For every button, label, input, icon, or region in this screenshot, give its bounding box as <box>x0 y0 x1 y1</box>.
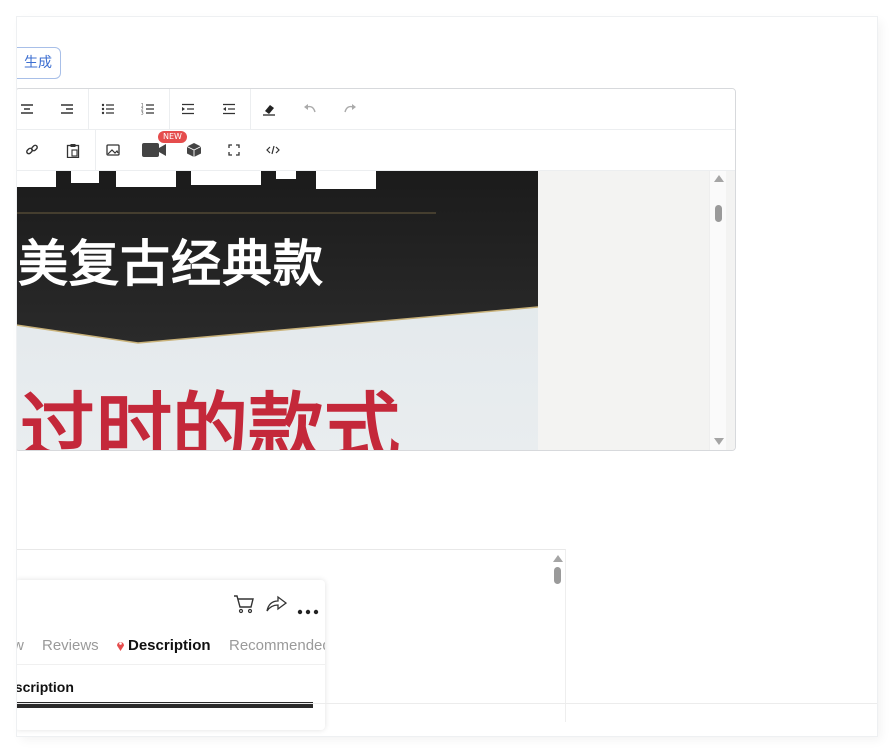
toolbar-divider <box>88 89 89 129</box>
preview-scrollbar[interactable] <box>549 550 565 720</box>
box-3d-icon[interactable] <box>183 140 205 160</box>
numbered-list-icon[interactable]: 123 <box>137 99 159 119</box>
mobile-preview-frame: w Reviews Description Recommended escrip… <box>17 549 566 730</box>
share-icon[interactable] <box>265 595 288 618</box>
fullscreen-icon[interactable] <box>223 140 245 160</box>
code-icon[interactable] <box>262 140 284 160</box>
eraser-icon[interactable] <box>258 99 280 119</box>
outdent-icon[interactable] <box>218 99 240 119</box>
poster-headline-bottom: 过时的款式 <box>20 384 400 450</box>
scroll-up-icon[interactable] <box>553 555 563 562</box>
cart-icon[interactable] <box>233 594 255 619</box>
indent-icon[interactable] <box>177 99 199 119</box>
video-icon[interactable] <box>140 140 168 160</box>
toolbar-row-insert: NEW <box>17 130 735 171</box>
image-icon[interactable] <box>102 140 124 160</box>
description-section-title: escription <box>17 679 74 695</box>
toolbar-divider <box>169 89 170 129</box>
more-icon[interactable] <box>297 602 319 620</box>
scroll-down-icon[interactable] <box>714 438 724 445</box>
align-center-icon[interactable] <box>17 99 38 119</box>
product-poster-image: 美复古经典款 过时的款式 <box>17 171 538 450</box>
tab-reviews[interactable]: Reviews <box>42 637 99 654</box>
tab-divider <box>17 664 325 665</box>
link-icon[interactable] <box>21 140 43 160</box>
footer-divider <box>17 703 877 704</box>
toolbar-divider <box>95 130 96 170</box>
paste-icon[interactable] <box>62 140 84 160</box>
poster-headline-top: 美复古经典款 <box>18 235 324 293</box>
scroll-up-icon[interactable] <box>714 175 724 182</box>
svg-text:3: 3 <box>141 111 144 116</box>
main-panel: 生成 123 NEW 美复古经典款 过时的款式 w Reviews Descri… <box>17 17 877 736</box>
tab-recommended[interactable]: Recommended <box>229 637 325 654</box>
toolbar-divider <box>250 89 251 129</box>
location-pin-icon <box>116 639 125 656</box>
toolbar-row-formatting: 123 <box>17 89 735 130</box>
editor-content[interactable]: 美复古经典款 过时的款式 <box>17 171 735 450</box>
undo-icon[interactable] <box>299 99 321 119</box>
editor-scrollbar[interactable] <box>709 171 726 450</box>
bullet-list-icon[interactable] <box>97 99 119 119</box>
generate-button[interactable]: 生成 <box>17 47 61 79</box>
product-preview-card: w Reviews Description Recommended escrip… <box>17 580 325 730</box>
tab-overview[interactable]: w <box>17 637 24 654</box>
redo-icon[interactable] <box>339 99 361 119</box>
scrollbar-thumb[interactable] <box>715 205 722 222</box>
tab-description[interactable]: Description <box>128 637 211 654</box>
scrollbar-thumb[interactable] <box>554 567 561 584</box>
align-right-icon[interactable] <box>56 99 78 119</box>
rich-text-editor: 123 NEW 美复古经典款 过时的款式 <box>17 88 736 451</box>
